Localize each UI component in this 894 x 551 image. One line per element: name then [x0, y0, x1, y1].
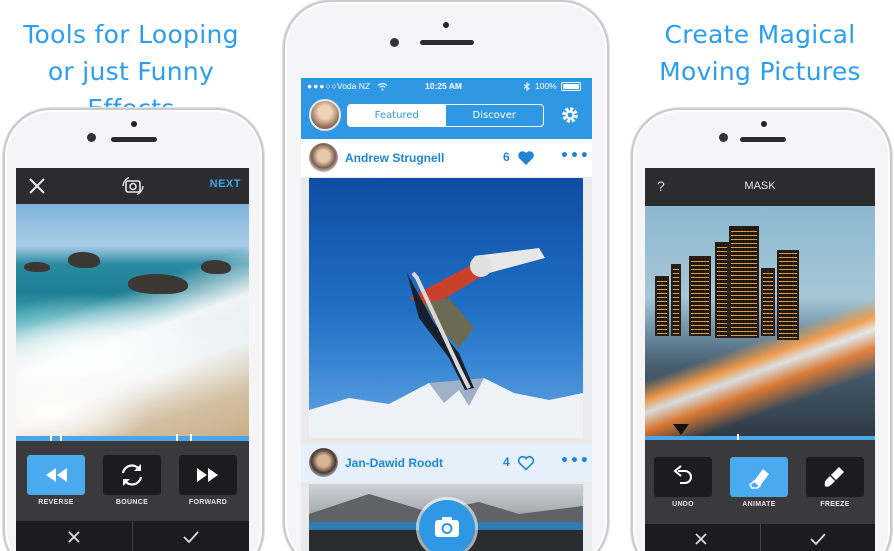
building	[715, 242, 729, 338]
post-header: Jan-Dawid Roodt 4 •••	[301, 444, 592, 482]
building	[729, 226, 759, 338]
city-photo	[645, 206, 875, 436]
left-phone-screen: NEXT REVERSE BOUNCE FORWARD	[16, 168, 249, 551]
freeze-button[interactable]	[806, 457, 864, 497]
undo-icon	[673, 465, 692, 484]
divider	[760, 524, 761, 551]
cancel-icon[interactable]	[66, 529, 82, 545]
freeze-label: FREEZE	[820, 501, 850, 508]
left-phone-speaker	[111, 137, 157, 142]
beach-photo	[16, 204, 249, 436]
divider	[132, 521, 133, 551]
animate-label: ANIMATE	[742, 501, 776, 508]
next-button[interactable]: NEXT	[210, 178, 241, 190]
author-name[interactable]: Andrew Strugnell	[345, 151, 444, 165]
building	[761, 268, 775, 336]
editor-top-bar: NEXT	[16, 168, 249, 204]
carrier-label: Voda NZ	[337, 81, 371, 91]
like-count: 4	[503, 455, 510, 469]
caption-right-line1: Create Magical	[664, 20, 856, 49]
reverse-button[interactable]	[27, 455, 85, 495]
loop-controls: REVERSE BOUNCE FORWARD	[16, 441, 249, 521]
camera-icon	[435, 517, 459, 537]
middle-phone-screen: ●●●○○ Voda NZ 10:25 AM 100% Featured Dis…	[301, 78, 592, 551]
right-phone-screen: ? MASK UNDO ANIMATE FREEZE	[645, 168, 875, 551]
rock	[68, 252, 100, 268]
forward-label: FORWARD	[188, 499, 228, 506]
rock	[128, 274, 188, 294]
confirm-check-icon[interactable]	[182, 529, 200, 545]
bounce-label: BOUNCE	[115, 499, 149, 506]
bluetooth-icon	[523, 82, 530, 91]
wifi-icon	[377, 83, 388, 91]
close-icon[interactable]	[26, 175, 48, 197]
heart-outline-icon[interactable]	[517, 455, 535, 471]
building	[655, 276, 669, 336]
post-header: Andrew Strugnell 6 •••	[301, 139, 592, 177]
more-options-icon[interactable]: •••	[560, 453, 590, 469]
left-phone-sensor	[131, 121, 137, 127]
confirm-check-icon[interactable]	[809, 531, 827, 547]
heart-filled-icon[interactable]	[517, 150, 535, 166]
cancel-icon[interactable]	[693, 531, 709, 547]
rewind-icon	[46, 468, 67, 482]
snowboarder-illustration	[309, 248, 583, 438]
undo-label: UNDO	[672, 501, 694, 508]
author-name[interactable]: Jan-Dawid Roodt	[345, 456, 443, 470]
animate-button[interactable]	[730, 457, 788, 497]
gear-icon[interactable]	[560, 105, 580, 125]
eraser-icon	[749, 469, 769, 489]
time-label: 10:25 AM	[425, 81, 463, 91]
left-phone-front-camera	[87, 133, 96, 142]
right-phone-front-camera	[719, 133, 728, 142]
confirm-bar	[645, 524, 875, 551]
middle-phone-speaker	[420, 40, 474, 45]
rock	[201, 260, 231, 274]
caption-right-line2: Moving Pictures	[659, 57, 861, 86]
tab-discover[interactable]: Discover	[446, 105, 544, 126]
undo-button[interactable]	[654, 457, 712, 497]
building	[777, 250, 799, 340]
middle-phone-front-camera	[390, 38, 399, 47]
battery-percent: 100%	[535, 81, 557, 91]
mask-top-bar: ? MASK	[645, 168, 875, 206]
mask-title: MASK	[744, 180, 776, 192]
profile-avatar[interactable]	[309, 99, 341, 131]
middle-phone-sensor	[443, 22, 449, 28]
camera-button[interactable]	[419, 500, 475, 551]
rock	[24, 262, 50, 272]
right-phone-sensor	[761, 121, 767, 127]
author-avatar[interactable]	[309, 448, 338, 477]
author-avatar[interactable]	[309, 143, 338, 172]
reverse-label: REVERSE	[38, 499, 74, 506]
battery-icon	[561, 82, 581, 91]
tab-featured[interactable]: Featured	[348, 105, 446, 126]
feed-segmented-control: Featured Discover	[347, 104, 544, 127]
caption-right: Create Magical Moving Pictures	[632, 16, 888, 90]
nav-bar: Featured Discover	[301, 95, 592, 139]
playhead-marker[interactable]	[673, 424, 689, 435]
fast-forward-icon	[197, 468, 218, 482]
forward-button[interactable]	[179, 455, 237, 495]
brush-icon	[824, 467, 844, 487]
repeat-icon	[121, 464, 143, 486]
like-count: 6	[503, 150, 510, 164]
confirm-bar	[16, 521, 249, 551]
building	[689, 256, 711, 336]
bounce-button[interactable]	[103, 455, 161, 495]
right-phone-speaker	[740, 137, 786, 142]
caption-left-line1: Tools for Looping	[23, 20, 239, 49]
mask-controls: UNDO ANIMATE FREEZE	[645, 440, 875, 524]
signal-icon: ●●●○○	[307, 81, 338, 91]
more-options-icon[interactable]: •••	[560, 148, 590, 164]
loop-camera-icon[interactable]	[120, 174, 146, 198]
status-bar: ●●●○○ Voda NZ 10:25 AM 100%	[301, 78, 592, 95]
snowboard-photo	[309, 178, 583, 438]
building	[671, 264, 681, 336]
